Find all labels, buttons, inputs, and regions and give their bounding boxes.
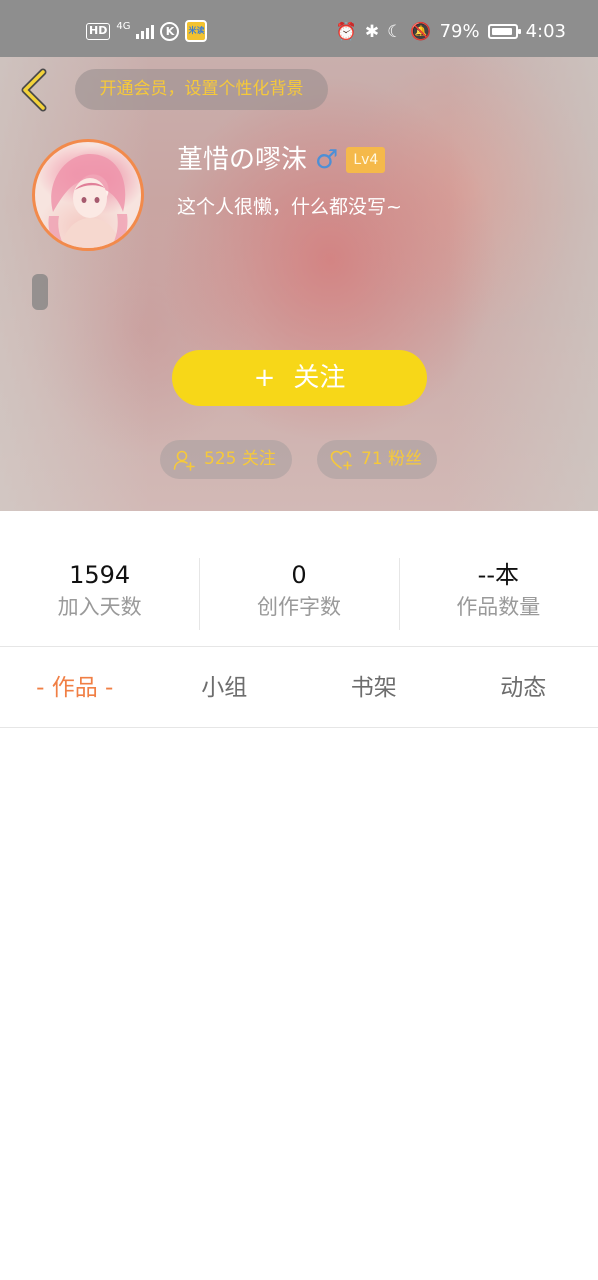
stat-value: --本 xyxy=(477,561,519,589)
plus-icon: + xyxy=(253,363,276,393)
stat-word-count: 0 创作字数 xyxy=(199,558,398,630)
k-app-icon: K xyxy=(160,21,180,41)
follow-button-label: 关注 xyxy=(293,363,346,393)
hd-indicator: HD xyxy=(86,22,111,40)
network-type: 4G xyxy=(116,21,131,32)
fans-count: 71 粉丝 xyxy=(361,449,423,469)
signal-icon xyxy=(136,23,155,39)
alarm-icon: ⏰ xyxy=(335,21,357,42)
fans-count-pill[interactable]: 71 粉丝 xyxy=(317,440,437,479)
back-button[interactable] xyxy=(14,66,54,114)
heart-plus-icon xyxy=(330,450,352,470)
profile-bio: 这个人很懒，什么都没写~ xyxy=(177,196,402,218)
status-bar: HD 4G K 米读 ⏰ ✱ ☾ 🔕 79% 4:03 xyxy=(0,0,598,57)
tab-bookshelf[interactable]: 书架 xyxy=(299,647,449,727)
clock: 4:03 xyxy=(525,21,566,42)
stat-value: 1594 xyxy=(69,561,131,589)
username: 堇惜の嘐沫 xyxy=(177,145,308,175)
moon-icon: ☾ xyxy=(387,21,403,42)
stat-label: 作品数量 xyxy=(456,595,541,619)
stat-join-days: 1594 加入天数 xyxy=(0,558,199,630)
stat-works-count: --本 作品数量 xyxy=(398,558,598,630)
mute-icon: 🔕 xyxy=(410,21,432,42)
stat-label: 创作字数 xyxy=(256,595,341,619)
profile-stats: 1594 加入天数 0 创作字数 --本 作品数量 xyxy=(0,558,598,630)
add-user-icon xyxy=(173,450,195,471)
side-drag-handle[interactable] xyxy=(32,274,48,310)
vip-background-banner[interactable]: 开通会员，设置个性化背景 xyxy=(75,69,328,110)
tab-works[interactable]: - 作品 - xyxy=(0,647,150,727)
chevron-left-icon xyxy=(21,68,47,112)
tab-groups[interactable]: 小组 xyxy=(150,647,300,727)
level-badge: Lv4 xyxy=(346,147,386,173)
stat-value: 0 xyxy=(291,561,307,589)
tab-content-area xyxy=(0,728,598,1280)
following-count-pill[interactable]: 525 关注 xyxy=(160,440,292,479)
avatar-illustration xyxy=(48,154,128,248)
bluetooth-icon: ✱ xyxy=(364,21,380,42)
avatar[interactable] xyxy=(32,139,144,251)
battery-percent: 79% xyxy=(439,21,480,42)
reader-app-icon: 米读 xyxy=(185,20,208,42)
follow-button[interactable]: + 关注 xyxy=(172,350,427,406)
tab-activity[interactable]: 动态 xyxy=(449,647,598,727)
stat-label: 加入天数 xyxy=(57,595,142,619)
following-count: 525 关注 xyxy=(204,449,276,469)
profile-tabs: - 作品 - 小组 书架 动态 xyxy=(0,647,598,727)
profile-name-row: 堇惜の嘐沫 ♂ Lv4 xyxy=(177,142,386,178)
battery-icon xyxy=(487,24,521,39)
male-gender-icon: ♂ xyxy=(315,145,339,175)
